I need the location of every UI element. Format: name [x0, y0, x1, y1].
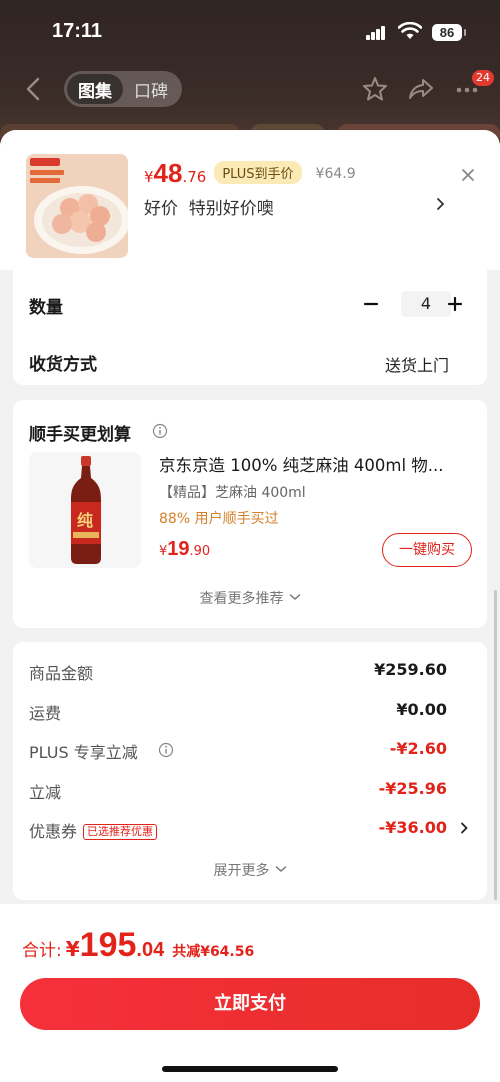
message-badge: 24 — [472, 70, 494, 86]
chevron-down-icon — [275, 866, 286, 873]
shipping-label: 收货方式 — [29, 355, 97, 375]
tab-gallery[interactable]: 图集 — [67, 74, 123, 104]
checkout-footer: 合计: ¥ 195 .04 共减¥64.56 立即支付 — [0, 904, 500, 1082]
recommend-price-integer: 19 — [167, 538, 190, 560]
info-icon[interactable] — [152, 423, 168, 439]
summary-row-plus-discount: PLUS 专享立减 -¥2.60 — [29, 739, 471, 763]
recommend-thumbnail[interactable]: 纯 — [29, 452, 141, 568]
summary-label: 立减 — [29, 783, 62, 802]
price-currency: ¥ — [144, 168, 154, 186]
shipping-method[interactable]: 送货上门 — [385, 352, 449, 376]
summary-value: -¥2.60 — [389, 739, 447, 758]
summary-row-subtotal: 商品金额 ¥259.60 — [29, 660, 471, 684]
recommend-price-decimal: .90 — [189, 544, 211, 559]
original-price: ¥64.9 — [315, 166, 356, 182]
product-thumbnail — [26, 154, 128, 258]
chevron-down-icon — [289, 594, 300, 601]
recommend-item-price: ¥ 19 .90 — [159, 538, 210, 561]
wifi-icon — [398, 22, 422, 39]
more-recommend-link[interactable]: 查看更多推荐 — [13, 588, 487, 608]
more-recommend-label: 查看更多推荐 — [199, 591, 284, 607]
product-price: ¥ 48 .76 PLUS到手价 ¥64.9 — [144, 158, 356, 189]
product-header: ¥ 48 .76 PLUS到手价 ¥64.9 好价 特别好价噢 — [0, 130, 500, 270]
chevron-right-icon[interactable] — [436, 196, 446, 212]
expand-more-label: 展开更多 — [213, 863, 270, 879]
recommend-item-title[interactable]: 京东京造 100% 纯芝麻油 400ml 物... — [159, 452, 473, 476]
recommend-card: 顺手买更划算 纯 京东京造 100% 纯芝麻油 400ml 物... 【精品】芝… — [13, 400, 487, 628]
home-indicator — [162, 1066, 338, 1072]
recommend-title: 顺手买更划算 — [29, 425, 131, 445]
plus-icon[interactable] — [447, 296, 463, 312]
quantity-stepper[interactable]: 4 — [401, 291, 451, 317]
total-saving: 共减¥64.56 — [172, 944, 255, 960]
price-decimal: .76 — [182, 168, 207, 186]
recommend-price-currency: ¥ — [159, 544, 168, 559]
summary-label: 运费 — [29, 704, 62, 723]
price-summary-card: 商品金额 ¥259.60 运费 ¥0.00 PLUS 专享立减 -¥2.60 立… — [13, 642, 487, 900]
recommend-item-hint: 88% 用户顺手买过 — [159, 511, 279, 527]
expand-more-link[interactable]: 展开更多 — [13, 860, 487, 880]
total-currency: ¥ — [65, 937, 80, 961]
status-time: 17:11 — [52, 20, 103, 42]
signal-icon — [366, 26, 386, 40]
summary-label: 商品金额 — [29, 664, 94, 683]
order-total: 合计: ¥ 195 .04 共减¥64.56 — [22, 926, 254, 965]
total-decimal: .04 — [136, 939, 165, 961]
summary-label: PLUS 专享立减 — [29, 743, 138, 762]
scrollbar[interactable] — [494, 590, 497, 900]
product-subtitle[interactable]: 好价 特别好价噢 — [144, 194, 274, 219]
minus-icon[interactable] — [363, 296, 379, 312]
summary-value: ¥259.60 — [374, 660, 447, 679]
view-switch: 图集 口碑 — [64, 71, 182, 107]
summary-row-shipping: 运费 ¥0.00 — [29, 700, 471, 724]
summary-value: ¥0.00 — [396, 700, 447, 719]
top-nav: 图集 口碑 — [0, 66, 500, 112]
recommend-item-spec: 【精品】芝麻油 400ml — [159, 485, 306, 501]
summary-value: -¥25.96 — [378, 779, 447, 798]
purchase-sheet: ¥ 48 .76 PLUS到手价 ¥64.9 好价 特别好价噢 数量 4 收货方… — [0, 130, 500, 1082]
summary-row-discount: 立减 -¥25.96 — [29, 779, 471, 803]
total-integer: 195 — [79, 926, 137, 964]
info-icon[interactable] — [158, 742, 174, 758]
share-icon[interactable] — [408, 76, 434, 102]
close-icon[interactable] — [459, 166, 477, 184]
coupon-tag: 已选推荐优惠 — [83, 824, 158, 840]
status-bar: 17:11 86 — [0, 0, 500, 64]
total-label: 合计: — [22, 941, 62, 961]
tab-reviews[interactable]: 口碑 — [123, 74, 179, 104]
pay-now-button[interactable]: 立即支付 — [20, 978, 480, 1030]
chevron-right-icon — [461, 822, 468, 834]
battery-indicator: 86 — [432, 24, 466, 41]
summary-row-coupon[interactable]: 优惠券 已选推荐优惠 -¥36.00 — [29, 818, 471, 842]
star-icon[interactable] — [362, 76, 388, 102]
price-integer: 48 — [153, 158, 183, 188]
back-icon[interactable] — [24, 76, 42, 102]
plus-price-tag: PLUS到手价 — [214, 161, 302, 184]
summary-value: -¥36.00 — [378, 818, 447, 837]
order-options-card: 数量 4 收货方式 送货上门 — [13, 270, 487, 385]
svg-text:纯: 纯 — [77, 511, 93, 530]
one-click-buy-button[interactable]: 一键购买 — [382, 533, 472, 567]
summary-label: 优惠券 — [29, 822, 78, 841]
quantity-label: 数量 — [29, 298, 63, 318]
